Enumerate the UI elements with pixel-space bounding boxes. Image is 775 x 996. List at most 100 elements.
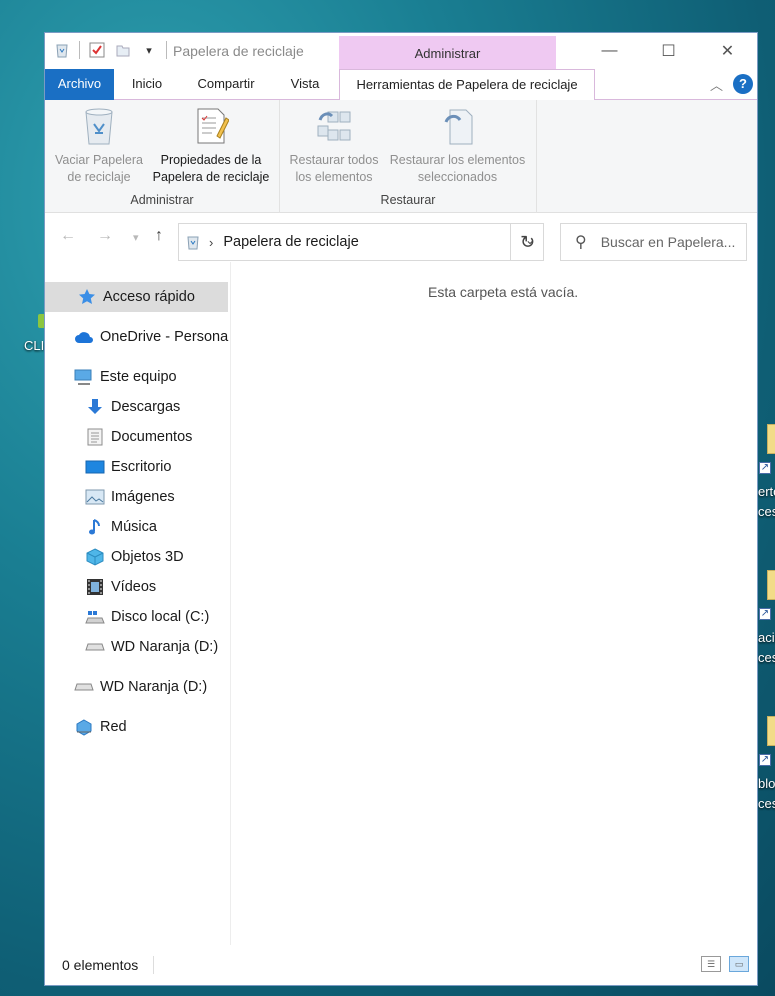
search-input[interactable]: ⚲ Buscar en Papelera... <box>560 223 747 261</box>
restore-all-icon <box>314 106 354 146</box>
customize-toolbar-dropdown-icon[interactable]: ▾ <box>140 41 158 59</box>
help-button[interactable]: ? <box>733 74 753 94</box>
minimize-button[interactable]: — <box>580 33 639 69</box>
video-icon <box>85 577 105 597</box>
desktop-icon-label[interactable]: CLI <box>24 338 44 353</box>
context-tab-group-label: Administrar <box>339 36 556 69</box>
empty-recycle-bin-button[interactable]: Vaciar Papelera de reciclaje <box>51 106 147 186</box>
button-label-line: Propiedades de la <box>160 153 262 167</box>
nav-item-local-disk-c[interactable]: Disco local (C:) <box>45 602 228 632</box>
desktop-left-strip: CLI <box>0 0 46 996</box>
nav-item-label: WD Naranja (D:) <box>100 679 208 695</box>
desktop-icon-label[interactable]: blo <box>758 776 775 791</box>
drive-icon <box>74 677 94 697</box>
desktop-icon-label[interactable]: ces <box>758 504 775 519</box>
nav-item-3d-objects[interactable]: Objetos 3D <box>45 542 228 572</box>
close-button[interactable]: ✕ <box>698 33 757 69</box>
nav-item-label: Red <box>100 719 127 735</box>
desktop-icon-label[interactable]: ces <box>758 796 775 811</box>
up-arrow-icon[interactable]: ↑ <box>155 227 163 245</box>
address-bar[interactable]: › Papelera de reciclaje ⌄ <box>178 223 544 261</box>
star-icon <box>77 287 97 307</box>
nav-item-music[interactable]: Música <box>45 512 228 542</box>
desktop-icon <box>85 457 105 477</box>
image-icon <box>85 487 105 507</box>
properties-icon <box>191 106 231 146</box>
restore-selected-button[interactable]: Restaurar los elementos seleccionados <box>384 106 531 186</box>
recent-locations-dropdown-icon[interactable]: ▾ <box>133 231 139 244</box>
nav-item-wd-naranja-d-root[interactable]: WD Naranja (D:) <box>45 672 228 702</box>
nav-item-onedrive[interactable]: OneDrive - Persona <box>45 322 228 352</box>
quick-access-toolbar: ▾ <box>53 41 167 59</box>
shortcut-arrow-icon: ↗ <box>759 608 771 620</box>
breadcrumb-path[interactable]: Papelera de reciclaje <box>223 234 358 250</box>
nav-item-downloads[interactable]: Descargas <box>45 392 228 422</box>
large-icons-view-icon[interactable]: ▭ <box>729 956 749 972</box>
ribbon-group-manage: Vaciar Papelera de reciclaje Propiedades… <box>45 100 280 213</box>
desktop-icon-label[interactable]: ces <box>758 650 775 665</box>
navigation-pane: Acceso rápido OneDrive - Persona Este eq… <box>45 262 231 945</box>
button-label-line: Papelera de reciclaje <box>152 170 270 184</box>
nav-item-label: Imágenes <box>111 489 175 505</box>
collapse-ribbon-icon[interactable]: ︿ <box>710 75 723 94</box>
restore-selected-icon <box>438 106 478 146</box>
shortcut-arrow-icon: ↗ <box>759 462 771 474</box>
nav-item-label: Descargas <box>111 399 181 415</box>
recycle-bin-properties-button[interactable]: Propiedades de la Papelera de reciclaje <box>147 106 275 186</box>
desktop-shortcut-icon[interactable] <box>767 424 775 454</box>
forward-arrow-icon[interactable]: → <box>97 227 113 245</box>
tab-recycle-bin-tools[interactable]: Herramientas de Papelera de reciclaje <box>339 69 595 101</box>
nav-item-label: Objetos 3D <box>111 549 184 565</box>
ribbon-tabs: Archivo Inicio Compartir Vista Herramien… <box>45 69 757 101</box>
properties-check-icon[interactable] <box>88 41 106 59</box>
nav-item-label: Música <box>111 519 157 535</box>
new-folder-icon[interactable] <box>114 41 132 59</box>
button-label-line: seleccionados <box>417 170 498 184</box>
nav-item-quick-access[interactable]: Acceso rápido <box>45 282 228 312</box>
nav-item-pictures[interactable]: Imágenes <box>45 482 228 512</box>
back-arrow-icon[interactable]: ← <box>60 227 76 245</box>
drive-icon <box>85 637 105 657</box>
nav-item-label: Vídeos <box>111 579 157 595</box>
breadcrumb-chevron-icon[interactable]: › <box>209 235 213 250</box>
button-label-line: Restaurar todos <box>289 153 379 167</box>
group-label-restore: Restaurar <box>380 193 436 207</box>
tab-file[interactable]: Archivo <box>45 69 114 100</box>
window-title: Papelera de reciclaje <box>173 43 304 59</box>
button-label-line: los elementos <box>295 170 373 184</box>
tab-view[interactable]: Vista <box>282 69 328 100</box>
tab-home[interactable]: Inicio <box>124 69 170 100</box>
cloud-icon <box>74 327 94 347</box>
status-bar: 0 elementos ☰ ▭ <box>45 945 757 985</box>
nav-item-documents[interactable]: Documentos <box>45 422 228 452</box>
refresh-button[interactable]: ↻ <box>510 223 544 261</box>
cube-icon <box>85 547 105 567</box>
content-area: Acceso rápido OneDrive - Persona Este eq… <box>45 262 757 945</box>
document-icon <box>85 427 105 447</box>
search-icon: ⚲ <box>575 234 587 251</box>
nav-item-this-pc[interactable]: Este equipo <box>45 362 228 392</box>
details-view-icon[interactable]: ☰ <box>701 956 721 972</box>
toolbar-separator <box>166 41 167 59</box>
nav-item-label: OneDrive - Persona <box>100 329 229 345</box>
recycle-bin-small-icon[interactable] <box>53 41 71 59</box>
maximize-button[interactable]: ☐ <box>639 33 698 69</box>
tab-share[interactable]: Compartir <box>188 69 264 100</box>
nav-item-wd-naranja-d[interactable]: WD Naranja (D:) <box>45 632 228 662</box>
desktop-icon-label[interactable]: acis <box>758 630 775 645</box>
nav-item-label: Documentos <box>111 429 193 445</box>
toolbar-separator <box>79 41 80 59</box>
desktop-shortcut-icon[interactable] <box>767 716 775 746</box>
desktop-icon-label[interactable]: erto <box>758 484 775 499</box>
nav-item-label: Este equipo <box>100 369 177 385</box>
restore-all-button[interactable]: Restaurar todos los elementos <box>284 106 384 186</box>
address-row: ← → ▾ ↑ › Papelera de reciclaje ⌄ ↻ ⚲ Bu… <box>45 213 757 262</box>
recycle-bin-icon <box>79 106 119 146</box>
nav-item-videos[interactable]: Vídeos <box>45 572 228 602</box>
nav-item-network[interactable]: Red <box>45 712 228 742</box>
desktop-shortcut-icon[interactable] <box>767 570 775 600</box>
nav-item-desktop[interactable]: Escritorio <box>45 452 228 482</box>
button-label-line: de reciclaje <box>67 170 131 184</box>
drive-icon <box>85 607 105 627</box>
desktop-right-strip: ↗ erto ces ↗ acis ces ↗ blo ces <box>757 0 775 996</box>
